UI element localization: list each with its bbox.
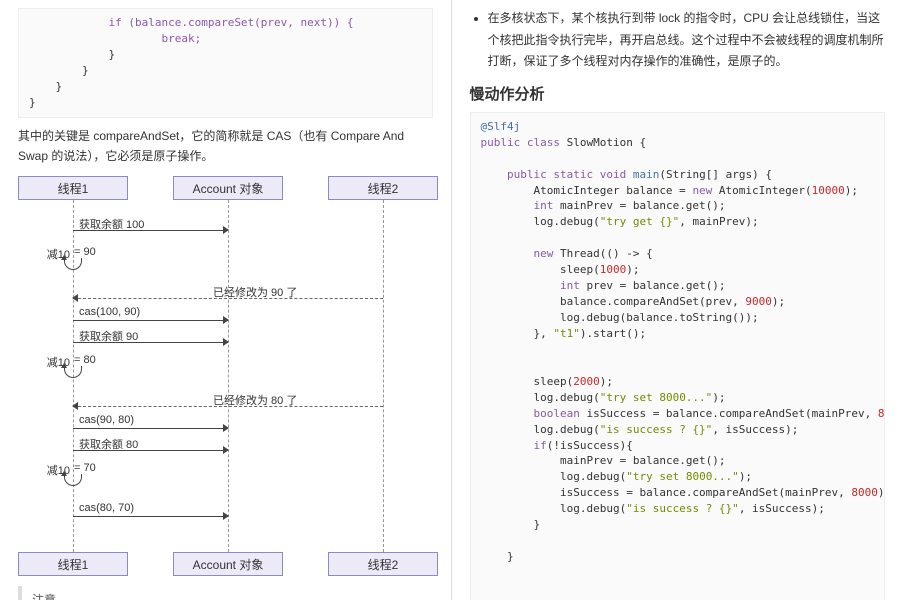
- txt: );: [739, 470, 752, 483]
- lane-thread2: 线程2 线程2: [328, 176, 438, 576]
- txt: );: [600, 375, 613, 388]
- side-value: = 90: [74, 246, 96, 258]
- str: "t1": [553, 327, 580, 340]
- num: 2000: [573, 375, 600, 388]
- str: "try set 8000...": [600, 391, 713, 404]
- lane-account-bottom: Account 对象: [173, 552, 283, 576]
- code-snippet-top: if (balance.compareSet(prev, next)) { br…: [18, 8, 433, 118]
- txt: Thread(() -> {: [553, 247, 652, 260]
- msg-get-100: 获取余额 100: [73, 218, 228, 232]
- kw: int: [533, 199, 553, 212]
- txt: , isSuccess);: [739, 502, 825, 515]
- txt: , isSuccess);: [712, 423, 798, 436]
- msg-label: cas(80, 70): [79, 502, 134, 514]
- heading-slowmotion: 慢动作分析: [470, 83, 886, 104]
- kw: if: [533, 439, 546, 452]
- num: 8000: [878, 407, 885, 420]
- txt: isSuccess = balance.compareAndSet(mainPr…: [580, 407, 878, 420]
- msg-changed-90: 已经修改为 90 了: [73, 286, 383, 300]
- note-block: 注意 其实 CAS 的底层是 lock cmpxchg 指令（X86 架构），在…: [18, 586, 433, 600]
- num: 1000: [600, 263, 627, 276]
- txt: );: [878, 486, 885, 499]
- txt: );: [772, 295, 785, 308]
- bullet-list: 在多核状态下，某个核执行到带 lock 的指令时，CPU 会让总线锁住，当这个核…: [470, 8, 886, 73]
- num: 10000: [812, 184, 845, 197]
- kw: public: [481, 136, 521, 149]
- kw: class: [527, 136, 560, 149]
- kw-if: if (balance.compareSet(prev, next)) {: [108, 16, 353, 29]
- txt: );: [712, 391, 725, 404]
- bullet-item: 在多核状态下，某个核执行到带 lock 的指令时，CPU 会让总线锁住，当这个核…: [488, 8, 886, 73]
- right-column: 在多核状态下，某个核执行到带 lock 的指令时，CPU 会让总线锁住，当这个核…: [452, 0, 903, 600]
- txt: balance.compareAndSet(prev,: [560, 295, 745, 308]
- txt: log.debug(: [533, 215, 599, 228]
- txt: AtomicInteger(: [712, 184, 811, 197]
- msg-changed-80: 已经修改为 80 了: [73, 394, 383, 408]
- str: "is success ? {}": [600, 423, 713, 436]
- txt: }: [507, 550, 514, 563]
- fn: main: [633, 168, 660, 181]
- num: 8000: [851, 486, 878, 499]
- msg-get-80: 获取余额 80: [73, 438, 228, 452]
- txt: log.debug(: [533, 391, 599, 404]
- txt: sleep(: [533, 375, 573, 388]
- side-value: = 70: [74, 462, 96, 474]
- kw: boolean: [533, 407, 579, 420]
- kw: new: [533, 247, 553, 260]
- msg-cas-80-70: cas(80, 70): [73, 504, 228, 518]
- txt: log.debug(: [560, 502, 626, 515]
- msg-label: cas(90, 80): [79, 414, 134, 426]
- str: "is success ? {}": [626, 502, 739, 515]
- paragraph-cas-intro: 其中的关键是 compareAndSet，它的简称就是 CAS（也有 Compa…: [18, 126, 433, 167]
- txt: (!isSuccess){: [547, 439, 633, 452]
- txt: );: [845, 184, 858, 197]
- annotation: @Slf4j: [481, 120, 521, 133]
- lane-thread1-top: 线程1: [18, 176, 128, 200]
- lane-account-top: Account 对象: [173, 176, 283, 200]
- num: 9000: [745, 295, 772, 308]
- txt: sleep(: [560, 263, 600, 276]
- str: "try get {}": [600, 215, 679, 228]
- lifeline-3: [383, 200, 384, 552]
- txt: }: [533, 518, 540, 531]
- lane-thread1-bottom: 线程1: [18, 552, 128, 576]
- txt: isSuccess = balance.compareAndSet(mainPr…: [560, 486, 851, 499]
- txt: (String[] args) {: [659, 168, 772, 181]
- msg-cas-90-80: cas(90, 80): [73, 416, 228, 430]
- note-title: 注意: [32, 590, 423, 600]
- txt: ).start();: [580, 327, 646, 340]
- txt: log.debug(: [533, 423, 599, 436]
- txt: prev = balance.get();: [580, 279, 726, 292]
- txt: mainPrev = balance.get();: [553, 199, 725, 212]
- lane-thread2-top: 线程2: [328, 176, 438, 200]
- kw: new: [692, 184, 712, 197]
- kw: static: [553, 168, 593, 181]
- kw-break: break;: [135, 32, 201, 45]
- txt: , mainPrev);: [679, 215, 758, 228]
- txt: log.debug(: [560, 470, 626, 483]
- str: "try set 8000...": [626, 470, 739, 483]
- side-value: = 80: [74, 354, 96, 366]
- txt: },: [533, 327, 553, 340]
- left-column: if (balance.compareSet(prev, next)) { br…: [0, 0, 452, 600]
- lane-thread2-bottom: 线程2: [328, 552, 438, 576]
- txt: log.debug(balance.toString());: [560, 311, 759, 324]
- sequence-diagram: 线程1 线程1 Account 对象 Account 对象 线程2 线程2 获取…: [18, 176, 438, 576]
- txt: mainPrev = balance.get();: [560, 454, 726, 467]
- txt: AtomicInteger balance =: [533, 184, 692, 197]
- txt: );: [626, 263, 639, 276]
- txt: SlowMotion {: [567, 136, 646, 149]
- lifeline-2: [228, 200, 229, 552]
- kw: void: [600, 168, 627, 181]
- kw: int: [560, 279, 580, 292]
- msg-get-90: 获取余额 90: [73, 330, 228, 344]
- code-slowmotion: @Slf4j public class SlowMotion { public …: [470, 112, 886, 600]
- msg-label: cas(100, 90): [79, 306, 140, 318]
- msg-cas-100-90: cas(100, 90): [73, 308, 228, 322]
- kw: public: [507, 168, 547, 181]
